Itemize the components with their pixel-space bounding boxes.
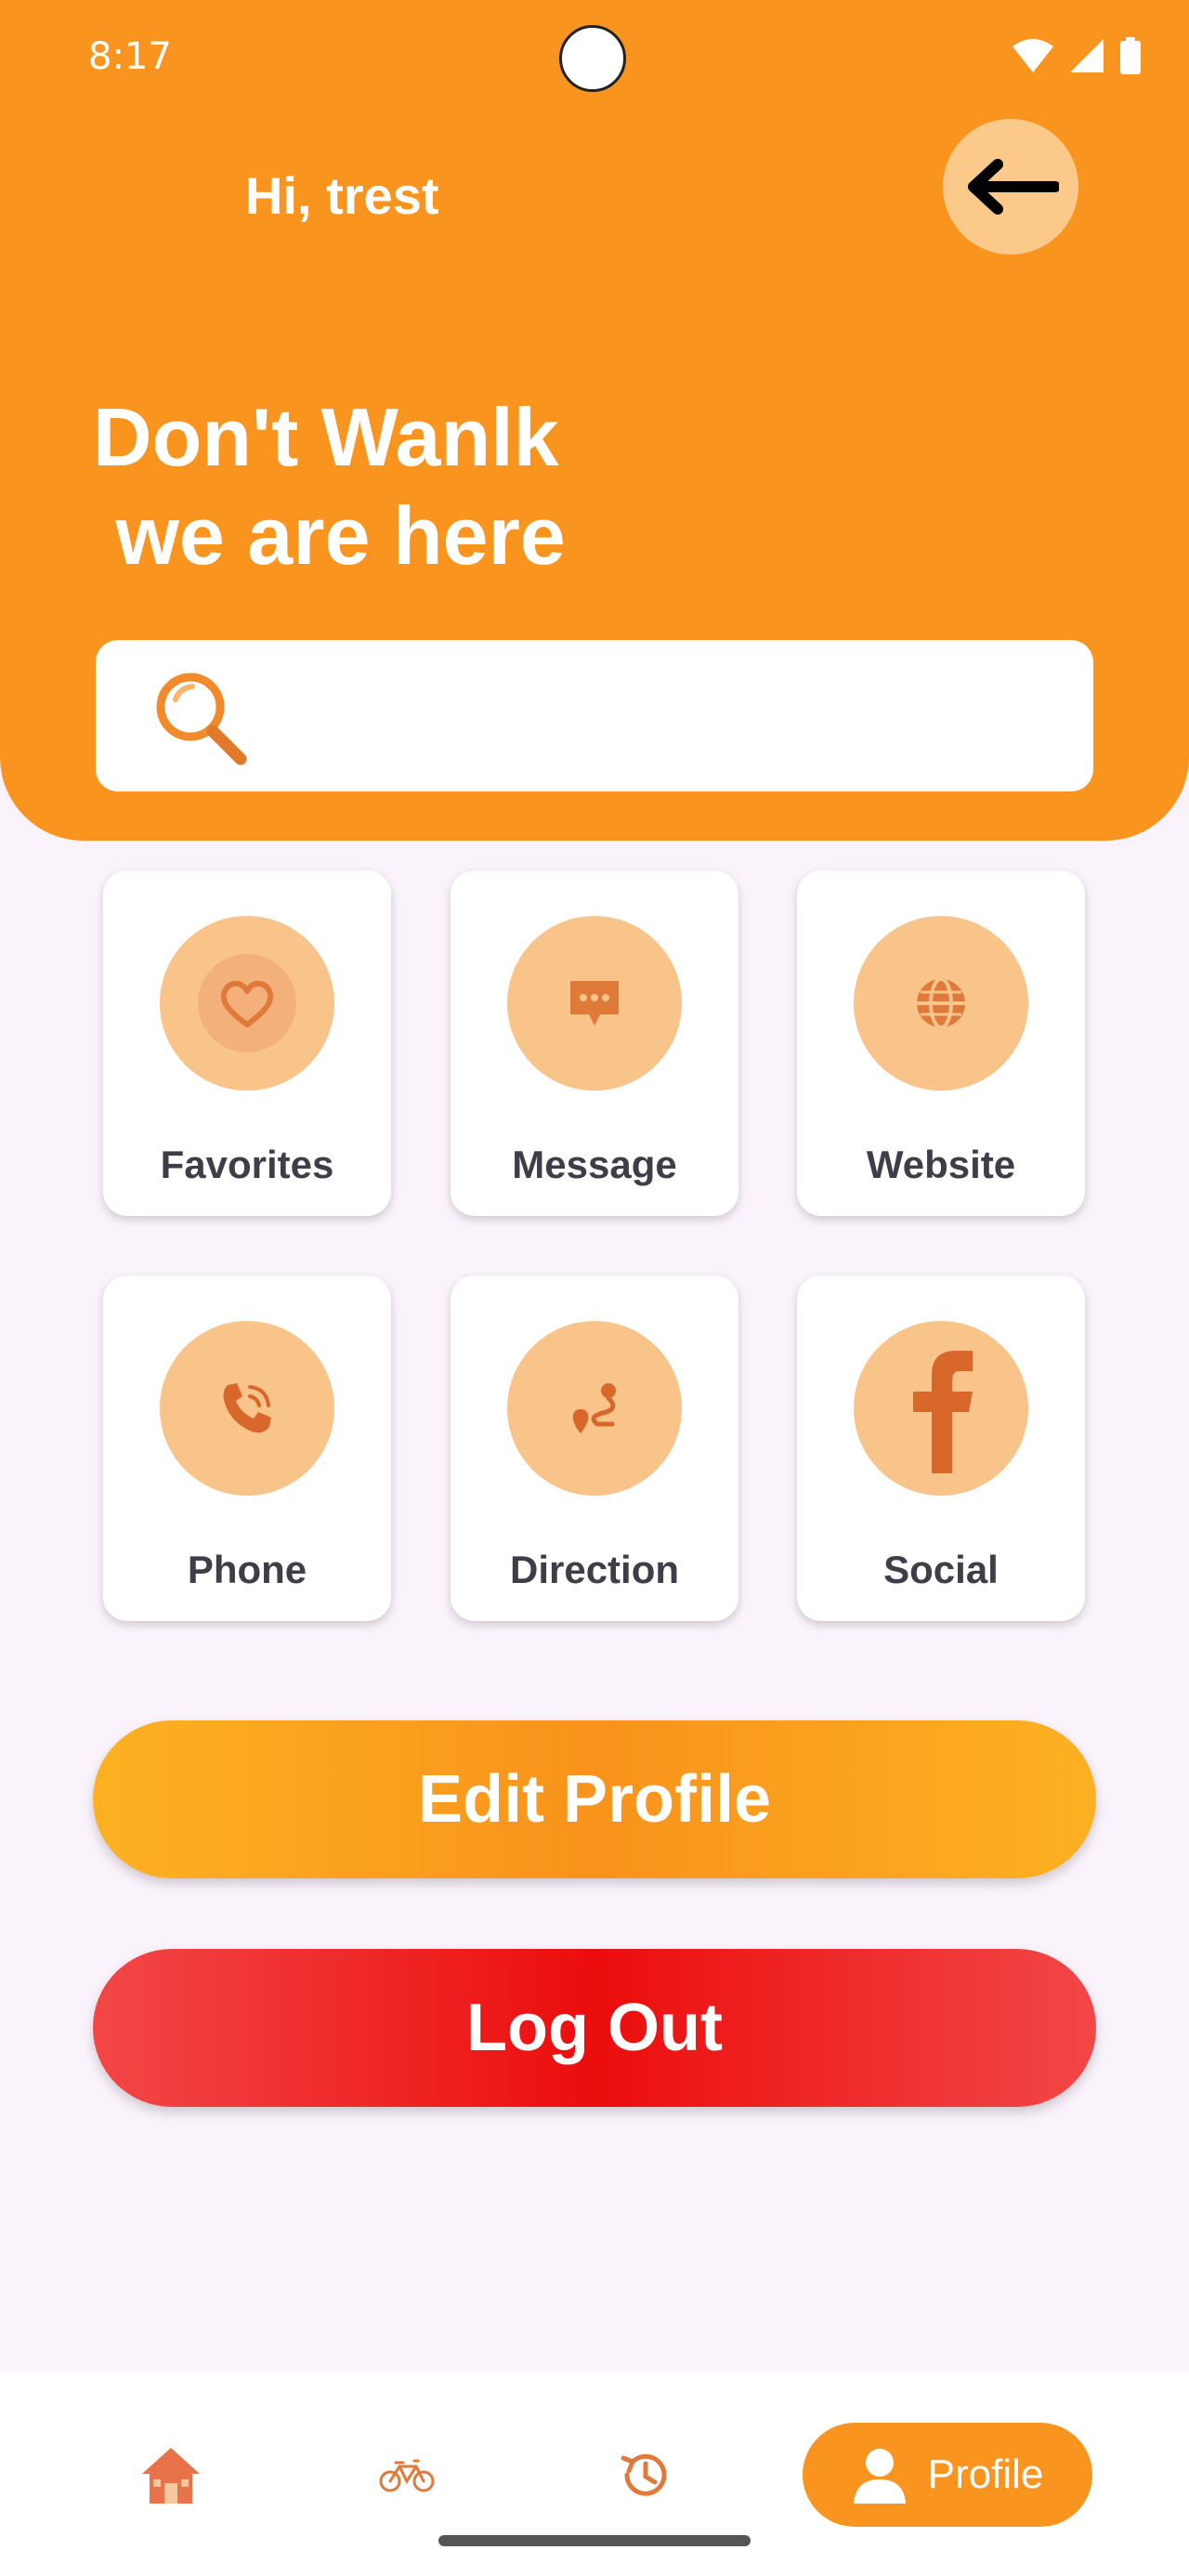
status-icons: [1013, 37, 1141, 74]
search-icon: [156, 673, 247, 765]
nav-home[interactable]: [133, 2439, 209, 2511]
greeting: Hi, trest: [245, 166, 439, 225]
phone-icon-circle: [160, 1321, 334, 1496]
favorites-icon-circle: [160, 916, 334, 1091]
nav-profile-label: Profile: [927, 2452, 1044, 2497]
route-icon: [572, 1383, 616, 1433]
phone-icon: [223, 1383, 271, 1433]
bicycle-icon: [379, 2459, 435, 2492]
facebook-icon: [913, 1351, 973, 1473]
signal-icon: [1070, 39, 1104, 72]
camera-cutout: [559, 25, 626, 92]
website-card[interactable]: Website: [797, 870, 1085, 1216]
message-label: Message: [512, 1143, 677, 1186]
nav-ride[interactable]: [370, 2448, 444, 2504]
gesture-home-bar: [438, 2535, 751, 2546]
edit-profile-button[interactable]: Edit Profile: [93, 1720, 1096, 1878]
search-input[interactable]: [272, 677, 1056, 753]
home-icon: [142, 2448, 200, 2504]
phone-card[interactable]: Phone: [103, 1275, 391, 1621]
wifi-icon: [1013, 39, 1053, 72]
profile-icon: [853, 2449, 906, 2504]
bottom-nav: Profile: [0, 2372, 1189, 2576]
direction-icon-circle: [507, 1321, 682, 1496]
social-icon-circle: [854, 1321, 1028, 1496]
log-out-button[interactable]: Log Out: [93, 1949, 1096, 2107]
website-icon-circle: [854, 916, 1028, 1091]
social-card[interactable]: Social: [797, 1275, 1085, 1621]
headline: Don't Wanlk we are here: [93, 391, 566, 582]
globe-icon: [917, 977, 965, 1029]
nav-profile[interactable]: Profile: [803, 2423, 1092, 2527]
favorites-label: Favorites: [160, 1143, 334, 1186]
search-bar[interactable]: [96, 640, 1093, 791]
phone-label: Phone: [187, 1548, 307, 1591]
battery-icon: [1120, 37, 1141, 74]
nav-history[interactable]: [611, 2442, 676, 2507]
message-icon: [570, 981, 619, 1026]
header: 8:17 Hi, trest Don't Wanlk we are here: [0, 0, 1189, 841]
message-card[interactable]: Message: [451, 870, 738, 1216]
direction-card[interactable]: Direction: [451, 1275, 738, 1621]
favorites-card[interactable]: Favorites: [103, 870, 391, 1216]
heart-icon: [220, 980, 274, 1027]
arrow-left-icon: [968, 159, 1059, 215]
history-icon: [621, 2453, 667, 2496]
social-label: Social: [883, 1548, 999, 1591]
back-button[interactable]: [943, 119, 1078, 255]
website-label: Website: [866, 1143, 1016, 1186]
direction-label: Direction: [509, 1548, 680, 1591]
message-icon-circle: [507, 916, 682, 1091]
status-time: 8:17: [88, 35, 172, 78]
